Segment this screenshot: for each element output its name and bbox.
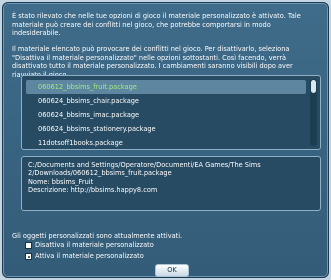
list-item[interactable]: 060624_bbsims_chair.package [26, 94, 306, 108]
details-path-line-2: 2/Downloads/060612_bbsims_fruit.package [28, 169, 172, 178]
details-description: Descrizione: http://bbsims.happy8.com [28, 186, 158, 195]
enable-option-label[interactable]: Attiva il materiale personalizzato [35, 252, 144, 261]
scroll-thumb[interactable] [311, 80, 316, 93]
details-panel: C:/Documents and Settings/Operatore/Docu… [21, 156, 321, 211]
list-item[interactable]: 060624_bbsims_stationery.package [26, 122, 306, 136]
enable-radio[interactable] [25, 253, 32, 260]
details-path-line-1: C:/Documents and Settings/Operatore/Docu… [28, 161, 261, 169]
list-item[interactable]: 11dotsoff1books.package [26, 136, 306, 150]
disable-radio[interactable] [25, 242, 32, 249]
intro-paragraph-1: È stato rilevato che nelle tue opzioni d… [12, 12, 301, 38]
list-item[interactable]: 060624_bbsims_imac.package [26, 108, 306, 122]
status-text: Gli oggetti personalizzati sono attualme… [12, 232, 183, 240]
custom-content-dialog: È stato rilevato che nelle tue opzioni d… [2, 2, 329, 278]
details-name: Nome: bbsims_Fruit [28, 177, 94, 186]
disable-option-label[interactable]: Disattiva il materiale personalizzato [35, 241, 154, 250]
custom-content-list[interactable]: 060612_bbsims_fruit.package 060624_bbsim… [21, 75, 321, 150]
ok-button[interactable]: OK [155, 264, 189, 277]
list-scrollbar[interactable] [310, 79, 317, 146]
list-item[interactable]: 060612_bbsims_fruit.package [26, 80, 306, 94]
